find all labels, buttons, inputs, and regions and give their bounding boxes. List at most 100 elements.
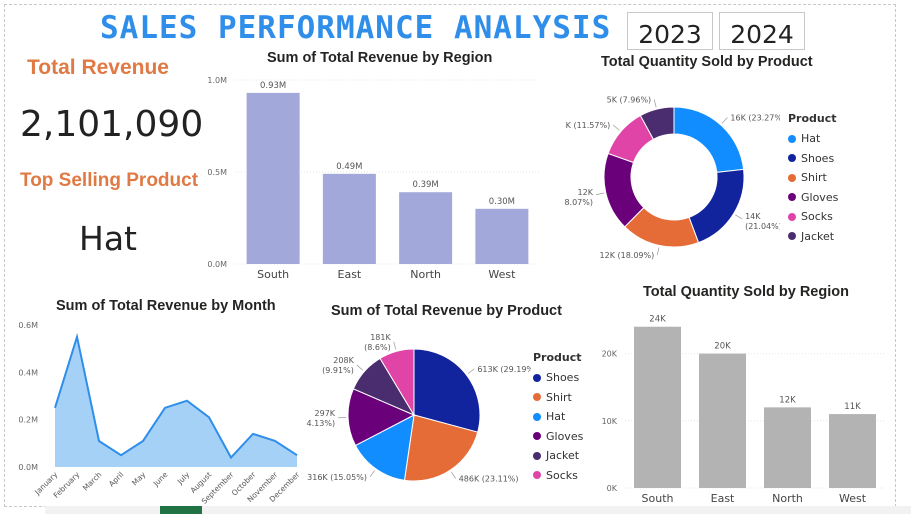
bar-west xyxy=(829,414,876,488)
slice-data-label: 316K (15.05%) xyxy=(307,473,367,482)
slice-data-label: 486K (23.11%) xyxy=(459,475,519,484)
legend-item[interactable]: Jacket xyxy=(533,446,583,466)
page-tab-active[interactable] xyxy=(160,506,202,514)
year-slicer-2024[interactable]: 2024 xyxy=(719,12,805,50)
chart-revenue-by-region[interactable]: 0.0M 0.5M 1.0M 0.93M South 0.49M East 0.39M Nort… xyxy=(195,68,560,283)
legend-item[interactable]: Gloves xyxy=(533,427,583,447)
slice-data-label: (14.13%) xyxy=(306,419,335,428)
y-tick-label: 0.5M xyxy=(207,168,227,177)
legend-dot xyxy=(533,471,541,480)
x-tick-label: March xyxy=(81,470,104,493)
chart-quantity-by-region[interactable]: 0K 10K 20K 24K South 20K East 12K North 11K West xyxy=(585,300,890,506)
chart-title-qty-product: Total Quantity Sold by Product xyxy=(601,54,813,70)
slice-data-label: 8K (11.57%) xyxy=(565,121,610,130)
legend-dot xyxy=(533,432,541,441)
leader-line xyxy=(656,247,660,256)
y-tick-label: 0.2M xyxy=(18,416,38,425)
legend-dot xyxy=(788,212,796,221)
total-revenue-value: 2,101,090 xyxy=(20,104,204,145)
slice-shoes xyxy=(688,168,745,244)
x-tick-label: July xyxy=(175,470,192,487)
y-tick-label: 0.0M xyxy=(207,260,227,269)
legend-label: Gloves xyxy=(801,190,839,204)
legend-quantity-by-product: Product Hat Shoes Shirt Gloves Socks Jacket xyxy=(788,112,838,246)
legend-dot xyxy=(788,173,796,182)
legend-item[interactable]: Socks xyxy=(788,207,838,227)
chart-title-rev-month: Sum of Total Revenue by Month xyxy=(56,298,276,314)
y-tick-label: 20K xyxy=(602,350,618,359)
slice-data-label: (8.6%) xyxy=(364,343,391,352)
x-tick-label: June xyxy=(151,470,170,489)
slice-data-label: 181K xyxy=(370,333,391,342)
legend-item[interactable]: Hat xyxy=(788,129,838,149)
bar-data-label: 0.39M xyxy=(412,180,438,190)
legend-dot xyxy=(533,393,541,402)
top-product-value: Hat xyxy=(79,219,137,258)
legend-item[interactable]: Jacket xyxy=(788,227,838,247)
legend-item[interactable]: Shoes xyxy=(533,368,583,388)
leader-line xyxy=(595,192,604,196)
bar-data-label: 0.30M xyxy=(489,197,515,207)
x-tick-label: North xyxy=(410,268,441,281)
leader-line xyxy=(393,341,397,350)
leader-line xyxy=(653,99,657,108)
bar-data-label: 20K xyxy=(714,342,731,352)
legend-dot xyxy=(533,451,541,460)
x-tick-label: West xyxy=(488,268,516,281)
legend-label: Jacket xyxy=(801,229,835,243)
bar-south xyxy=(634,326,681,488)
slice-data-label: (18.07%) xyxy=(565,198,593,207)
chart-quantity-by-product[interactable]: 16K (23.27%) 14K(21.04%) 12K (18.09%) 12K(1… xyxy=(565,80,780,265)
slice-data-label: 12K (18.09%) xyxy=(600,251,655,260)
legend-label: Gloves xyxy=(546,429,584,443)
legend-title: Product xyxy=(533,351,582,364)
leader-line xyxy=(451,471,457,479)
chart-revenue-by-product[interactable]: 613K (29.19%) 486K (23.11%) 316K (15.05%) 2… xyxy=(306,325,531,500)
slice-data-label: 297K xyxy=(315,409,336,418)
chart-revenue-by-month[interactable]: 0.0M0.2M0.4M0.6MJanuaryFebruary March Apri… xyxy=(10,315,310,505)
y-tick-label: 0.6M xyxy=(18,321,38,330)
legend-item[interactable]: Socks xyxy=(533,466,583,486)
bar-east xyxy=(699,353,746,488)
slice-data-label: 16K (23.27%) xyxy=(730,113,780,122)
bar-south xyxy=(246,92,300,264)
legend-label: Shirt xyxy=(801,171,827,185)
legend-label: Socks xyxy=(801,210,833,224)
leader-line xyxy=(721,117,728,124)
y-tick-label: 0K xyxy=(607,484,618,493)
bar-data-label: 0.93M xyxy=(260,81,286,91)
bar-data-label: 24K xyxy=(649,315,666,325)
page-title: SALES PERFORMANCE ANALYSIS xyxy=(100,10,612,46)
slice-data-label: (9.91%) xyxy=(322,366,354,375)
legend-label: Shoes xyxy=(801,151,835,165)
legend-label: Jacket xyxy=(546,449,580,463)
leader-line xyxy=(467,368,475,374)
slice-data-label: 613K (29.19%) xyxy=(477,365,531,374)
x-tick-label: East xyxy=(338,268,362,281)
leader-line xyxy=(356,364,364,371)
legend-title: Product xyxy=(788,112,837,125)
legend-dot xyxy=(788,232,796,241)
x-tick-label: May xyxy=(130,470,148,488)
legend-label: Hat xyxy=(546,410,566,424)
legend-item[interactable]: Shirt xyxy=(788,168,838,188)
bar-west xyxy=(475,208,529,264)
y-tick-label: 0.4M xyxy=(18,368,38,377)
x-tick-label: North xyxy=(772,492,803,505)
slice-data-label: (21.04%) xyxy=(745,222,780,231)
year-slicer-2023[interactable]: 2023 xyxy=(627,12,713,50)
legend-item[interactable]: Shirt xyxy=(533,388,583,408)
chart-title-rev-product: Sum of Total Revenue by Product xyxy=(331,303,562,319)
legend-item[interactable]: Shoes xyxy=(788,149,838,169)
y-tick-label: 10K xyxy=(602,417,618,426)
legend-dot xyxy=(788,154,796,163)
legend-item[interactable]: Hat xyxy=(533,407,583,427)
total-revenue-label: Total Revenue xyxy=(27,56,169,79)
legend-dot xyxy=(788,134,796,143)
legend-item[interactable]: Gloves xyxy=(788,188,838,208)
leader-line xyxy=(735,214,743,220)
leader-line xyxy=(369,470,375,478)
legend-label: Hat xyxy=(801,132,821,146)
legend-label: Shoes xyxy=(546,371,580,385)
legend-dot xyxy=(533,373,541,382)
